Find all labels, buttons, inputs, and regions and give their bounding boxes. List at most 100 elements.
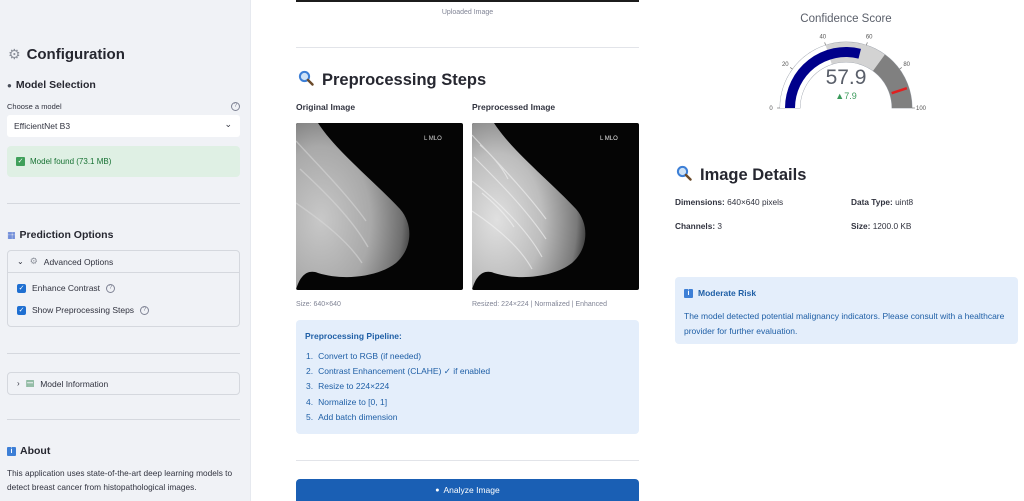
checkbox-checked-icon: ✓ (17, 305, 26, 315)
sidebar-divider (7, 203, 240, 204)
model-information-label: Model Information (40, 378, 109, 389)
list-item: 5. Add batch dimension (306, 411, 398, 422)
gear-icon: ⚙ (29, 256, 38, 266)
info-icon: i (684, 288, 693, 298)
prediction-options-title: Prediction Options (19, 229, 114, 241)
robot-icon: ● (7, 80, 12, 90)
size-row: Size: 1200.0 KB (851, 221, 911, 231)
enhance-contrast-checkbox[interactable]: ✓ Enhance Contrast ? (17, 283, 116, 293)
magnifier-icon (676, 165, 692, 185)
checkbox-checked-icon: ✓ (17, 283, 26, 293)
preprocessed-image-label: Preprocessed Image (472, 102, 556, 112)
gauge-tick (824, 42, 826, 46)
gauge-tick (866, 42, 868, 46)
show-preprocessing-checkbox[interactable]: ✓ Show Preprocessing Steps ? (17, 305, 150, 315)
original-image-caption: Size: 640×640 (296, 301, 341, 308)
prediction-options-heading: ▦ Prediction Options (7, 229, 113, 241)
list-item: 2. Contrast Enhancement (CLAHE) ✓ if enab… (306, 366, 491, 377)
info-icon: i (7, 446, 16, 456)
choose-model-label: Choose a model (7, 102, 62, 111)
help-icon[interactable]: ? (140, 305, 150, 315)
model-select[interactable]: EfficientNet B3 ⌄ (7, 115, 240, 137)
data-type-row: Data Type: uint8 (851, 197, 913, 207)
check-icon: ✓ (16, 157, 25, 166)
main-divider (296, 47, 639, 48)
analyze-image-button[interactable]: ● Analyze Image (296, 479, 639, 501)
sidebar-divider (7, 419, 240, 420)
show-preprocessing-label: Show Preprocessing Steps (32, 305, 135, 315)
help-icon[interactable]: ? (106, 283, 116, 293)
preprocessed-image-caption: Resized: 224×224 | Normalized | Enhanced (472, 301, 607, 308)
about-text: This application uses state-of-the-art d… (7, 468, 233, 492)
about-heading: i About (7, 445, 50, 457)
gauge-tick-label: 20 (782, 62, 789, 68)
preprocessing-pipeline-box: Preprocessing Pipeline: 1. Convert to RGB… (296, 320, 639, 434)
model-information-header[interactable]: › ▤ Model Information (8, 373, 239, 394)
enhance-contrast-label: Enhance Contrast (32, 283, 101, 293)
preprocessing-title: Preprocessing Steps (322, 70, 487, 89)
about-title: About (20, 445, 51, 457)
channels-label: Channels: (675, 221, 716, 231)
confidence-value: 57.9 (825, 66, 867, 89)
gauge-tick-label: 60 (866, 35, 873, 41)
size-label: Size: (851, 221, 871, 231)
confidence-delta: ▲7.9 (835, 91, 857, 101)
chevron-down-icon: ⌄ (224, 119, 232, 129)
confidence-score-title: Confidence Score (800, 13, 892, 25)
original-image-label: Original Image (296, 102, 356, 112)
advanced-options-header[interactable]: ⌄ ⚙ Advanced Options (8, 251, 239, 272)
data-type-label: Data Type: (851, 197, 893, 207)
risk-title: Moderate Risk (698, 288, 757, 298)
gauge-tick (789, 67, 793, 70)
data-type-value: uint8 (895, 197, 914, 207)
dimensions-row: Dimensions: 640×640 pixels (675, 197, 783, 207)
channels-value: 3 (717, 221, 723, 231)
list-item: 1. Convert to RGB (if needed) (306, 351, 422, 361)
channels-row: Channels: 3 (675, 221, 722, 231)
risk-alert: i Moderate Risk The model detected poten… (675, 277, 1018, 344)
model-selection-title: Model Selection (15, 79, 96, 91)
uploaded-image-bottom-edge (296, 0, 639, 2)
size-value: 1200.0 KB (872, 221, 912, 231)
magnifier-icon (298, 70, 314, 90)
dimensions-value: 640×640 pixels (727, 197, 784, 207)
list-item: 3. Resize to 224×224 (306, 381, 390, 392)
gauge-tick-label: 0 (769, 106, 773, 112)
preprocessed-image: L MLO (472, 123, 639, 290)
pipeline-title: Preprocessing Pipeline: (305, 331, 402, 341)
gauge-tick-label: 40 (819, 35, 826, 41)
advanced-options-expander: ⌄ ⚙ Advanced Options ✓ Enhance Contrast … (7, 250, 240, 327)
uploaded-image-caption: Uploaded Image (441, 9, 494, 16)
model-select-value: EfficientNet B3 (14, 121, 71, 131)
advanced-options-label: Advanced Options (43, 256, 114, 267)
image-details-heading: Image Details (676, 165, 806, 185)
configuration-title: Configuration (26, 46, 125, 63)
gauge-tick-label: 100 (916, 106, 927, 112)
image-orientation-marker: L MLO (424, 136, 442, 142)
microscope-icon: ● (435, 486, 440, 494)
sidebar: ⚙ Configuration ● Model Selection Choose… (0, 0, 251, 501)
list-item: 4. Normalize to [0, 1] (306, 396, 388, 407)
image-orientation-marker: L MLO (600, 136, 618, 142)
analyze-image-label: Analyze Image (443, 485, 500, 495)
pipeline-steps: 1. Convert to RGB (if needed) 2. Contrast … (306, 351, 490, 427)
advanced-options-body: ✓ Enhance Contrast ? ✓ Show Preprocessin… (8, 272, 239, 326)
help-icon[interactable]: ? (231, 102, 240, 111)
configuration-heading: ⚙ Configuration (8, 46, 125, 63)
gauge-tick-label: 80 (903, 62, 910, 68)
risk-message: The model detected potential malignancy … (684, 311, 1005, 336)
original-image: L MLO (296, 123, 463, 290)
books-icon: ▤ (25, 378, 35, 388)
chevron-down-icon: ⌄ (17, 257, 24, 266)
model-found-alert: ✓ Model found (73.1 MB) (7, 146, 240, 177)
sliders-icon: ▦ (7, 229, 16, 240)
risk-alert-header: i Moderate Risk (684, 288, 756, 298)
preprocessing-heading: Preprocessing Steps (298, 70, 486, 90)
dimensions-label: Dimensions: (675, 197, 725, 207)
gear-icon: ⚙ (8, 46, 21, 62)
model-information-expander: › ▤ Model Information (7, 372, 240, 395)
model-found-text: Model found (73.1 MB) (30, 157, 112, 166)
sidebar-divider (7, 353, 240, 354)
main-divider (296, 460, 639, 461)
chevron-right-icon: › (17, 379, 20, 388)
